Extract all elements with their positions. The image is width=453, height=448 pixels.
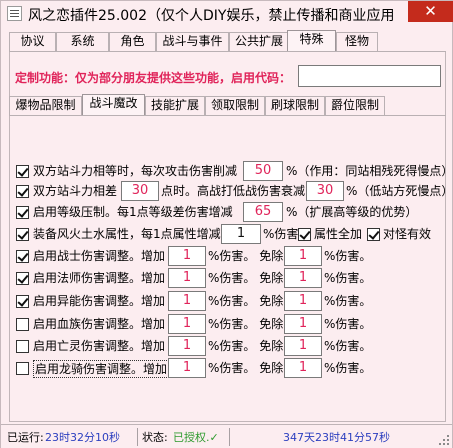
app-icon (7, 6, 22, 21)
tab-system[interactable]: 系统 (56, 32, 109, 51)
element-percent-input[interactable]: 1 (221, 224, 261, 244)
undead-increase-input[interactable]: 1 (168, 336, 206, 356)
psychic-end-label: %伤害。 (324, 294, 372, 308)
undead-reduce-input[interactable]: 1 (284, 336, 322, 356)
vampire-checkbox[interactable] (16, 318, 29, 331)
option-row-element: 装备风火土水属性，每1点属性增减 1 %伤害 属性全加 对怪有效 (16, 224, 446, 246)
window-title: 风之恋插件25.002（仅个人DIY娱乐，禁止传播和商业应用 (28, 8, 395, 24)
psychic-middle-label: %伤害。 免除 (208, 294, 284, 308)
psychic-label: 启用异能伤害调整。增加 (33, 294, 166, 308)
power-gap-checkbox[interactable] (16, 185, 29, 198)
undead-end-label: %伤害。 (324, 339, 372, 353)
tab-protocol[interactable]: 协议 (9, 32, 56, 51)
subtab-claim-limit[interactable]: 领取限制 (205, 96, 265, 115)
subtab-divider (9, 115, 446, 116)
option-row-warrior: 启用战士伤害调整。增加 1 %伤害。 免除 1 %伤害。 (16, 246, 446, 268)
dragoon-label: 启用龙骑伤害调整。增加 (33, 360, 170, 378)
power-gap-note: %（低站方死慢点） (346, 184, 453, 198)
title-bar[interactable]: 风之恋插件25.002（仅个人DIY娱乐，禁止传播和商业应用 ✕ (1, 1, 453, 28)
warrior-label: 启用战士伤害调整。增加 (33, 249, 166, 263)
element-monster-checkbox[interactable] (367, 228, 380, 241)
level-suppression-input[interactable]: 65 (243, 202, 283, 222)
mage-reduce-input[interactable]: 1 (284, 268, 322, 288)
main-window: 风之恋插件25.002（仅个人DIY娱乐，禁止传播和商业应用 ✕ 协议 系统 角… (0, 0, 453, 448)
psychic-checkbox[interactable] (16, 295, 29, 308)
state-value: 已授权.✓ (173, 431, 219, 444)
subtab-battle-mod[interactable]: 战斗魔改 (82, 94, 145, 115)
vampire-middle-label: %伤害。 免除 (208, 317, 284, 331)
option-row-undead: 启用亡灵伤害调整。增加 1 %伤害。 免除 1 %伤害。 (16, 336, 446, 358)
level-suppression-checkbox[interactable] (16, 206, 29, 219)
warrior-end-label: %伤害。 (324, 249, 372, 263)
status-bar: 已运行: 23时32分10秒 状态: 已授权.✓ 347天23时41分57秒 (1, 424, 452, 448)
psychic-increase-input[interactable]: 1 (168, 291, 206, 311)
power-gap-label: 双方站斗力相差 (33, 184, 118, 198)
subtab-ball-limit[interactable]: 刷球限制 (265, 96, 325, 115)
power-gap-points-input[interactable]: 30 (121, 181, 159, 201)
warrior-middle-label: %伤害。 免除 (208, 249, 284, 263)
option-row-mage: 启用法师伤害调整。增加 1 %伤害。 免除 1 %伤害。 (16, 268, 446, 290)
enable-code-input[interactable] (298, 65, 441, 87)
dragoon-middle-label: %伤害。 免除 (208, 361, 284, 375)
tab-special[interactable]: 特殊 (287, 30, 336, 51)
element-monster-label: 对怪有效 (383, 227, 432, 241)
undead-middle-label: %伤害。 免除 (208, 339, 284, 353)
state-label: 状态: (142, 431, 168, 444)
equal-power-note: %（作用：同站相残死得慢点） (286, 164, 453, 178)
mage-middle-label: %伤害。 免除 (208, 271, 284, 285)
psychic-reduce-input[interactable]: 1 (284, 291, 322, 311)
dragoon-increase-input[interactable]: 1 (168, 358, 206, 378)
close-button[interactable]: ✕ (408, 1, 453, 22)
option-row-level-suppression: 启用等级压制。每1点等级差伤害增减 65 %（扩展高等级的优势） (16, 202, 446, 224)
vampire-label: 启用血族伤害调整。增加 (33, 317, 166, 331)
subtab-drop-limit[interactable]: 爆物品限制 (9, 96, 82, 115)
element-all-add-checkbox[interactable] (298, 228, 311, 241)
vampire-end-label: %伤害。 (324, 317, 372, 331)
dragoon-checkbox[interactable] (16, 362, 29, 375)
undead-checkbox[interactable] (16, 340, 29, 353)
vampire-increase-input[interactable]: 1 (168, 314, 206, 334)
power-gap-decay-input[interactable]: 30 (306, 181, 344, 201)
subtab-title-limit[interactable]: 爵位限制 (325, 96, 385, 115)
custom-feature-label: 定制功能：仅为部分朋友提供这些功能，启用代码： (15, 71, 292, 85)
option-row-power-gap: 双方站斗力相差 30 点时。高战打低战伤害衰减 30 %（低站方死慢点） (16, 181, 453, 203)
undead-label: 启用亡灵伤害调整。增加 (33, 339, 166, 353)
mage-increase-input[interactable]: 1 (168, 268, 206, 288)
mage-checkbox[interactable] (16, 272, 29, 285)
dragoon-end-label: %伤害。 (324, 361, 372, 375)
run-time-value: 23时32分10秒 (45, 431, 120, 444)
vampire-reduce-input[interactable]: 1 (284, 314, 322, 334)
option-row-equal-power: 双方站斗力相等时，每次攻击伤害削减 50 %（作用：同站相残死得慢点） (16, 161, 453, 183)
equal-power-checkbox[interactable] (16, 165, 29, 178)
tab-monster[interactable]: 怪物 (336, 32, 378, 51)
resize-grip-icon[interactable] (438, 434, 450, 446)
status-separator (137, 428, 138, 446)
tab-battle-events[interactable]: 战斗与事件 (156, 32, 229, 51)
tab-character[interactable]: 角色 (109, 32, 156, 51)
equal-power-label: 双方站斗力相等时，每次攻击伤害削减 (33, 164, 238, 178)
option-row-psychic: 启用异能伤害调整。增加 1 %伤害。 免除 1 %伤害。 (16, 291, 446, 313)
option-row-vampire: 启用血族伤害调整。增加 1 %伤害。 免除 1 %伤害。 (16, 314, 446, 336)
power-gap-middle-label: 点时。高战打低战伤害衰减 (161, 184, 306, 198)
equal-power-reduction-input[interactable]: 50 (243, 161, 283, 181)
warrior-checkbox[interactable] (16, 250, 29, 263)
status-separator-2 (229, 428, 230, 446)
remaining-time: 347天23时41分57秒 (283, 431, 390, 444)
option-row-dragoon: 启用龙骑伤害调整。增加 1 %伤害。 免除 1 %伤害。 (16, 358, 446, 380)
level-suppression-note: %（扩展高等级的优势） (286, 205, 418, 219)
mage-end-label: %伤害。 (324, 271, 372, 285)
element-checkbox[interactable] (16, 228, 29, 241)
warrior-increase-input[interactable]: 1 (168, 246, 206, 266)
tab-public-extension[interactable]: 公共扩展 (229, 32, 289, 51)
warrior-reduce-input[interactable]: 1 (284, 246, 322, 266)
subtab-skill-extension[interactable]: 技能扩展 (145, 96, 205, 115)
element-label: 装备风火土水属性，每1点属性增减 (33, 227, 221, 241)
level-suppression-label: 启用等级压制。每1点等级差伤害增减 (33, 205, 233, 219)
mage-label: 启用法师伤害调整。增加 (33, 271, 166, 285)
element-damage-label: %伤害 (263, 227, 299, 241)
element-all-add-label: 属性全加 (314, 227, 363, 241)
dragoon-reduce-input[interactable]: 1 (284, 358, 322, 378)
run-time-label: 已运行: (7, 431, 44, 444)
